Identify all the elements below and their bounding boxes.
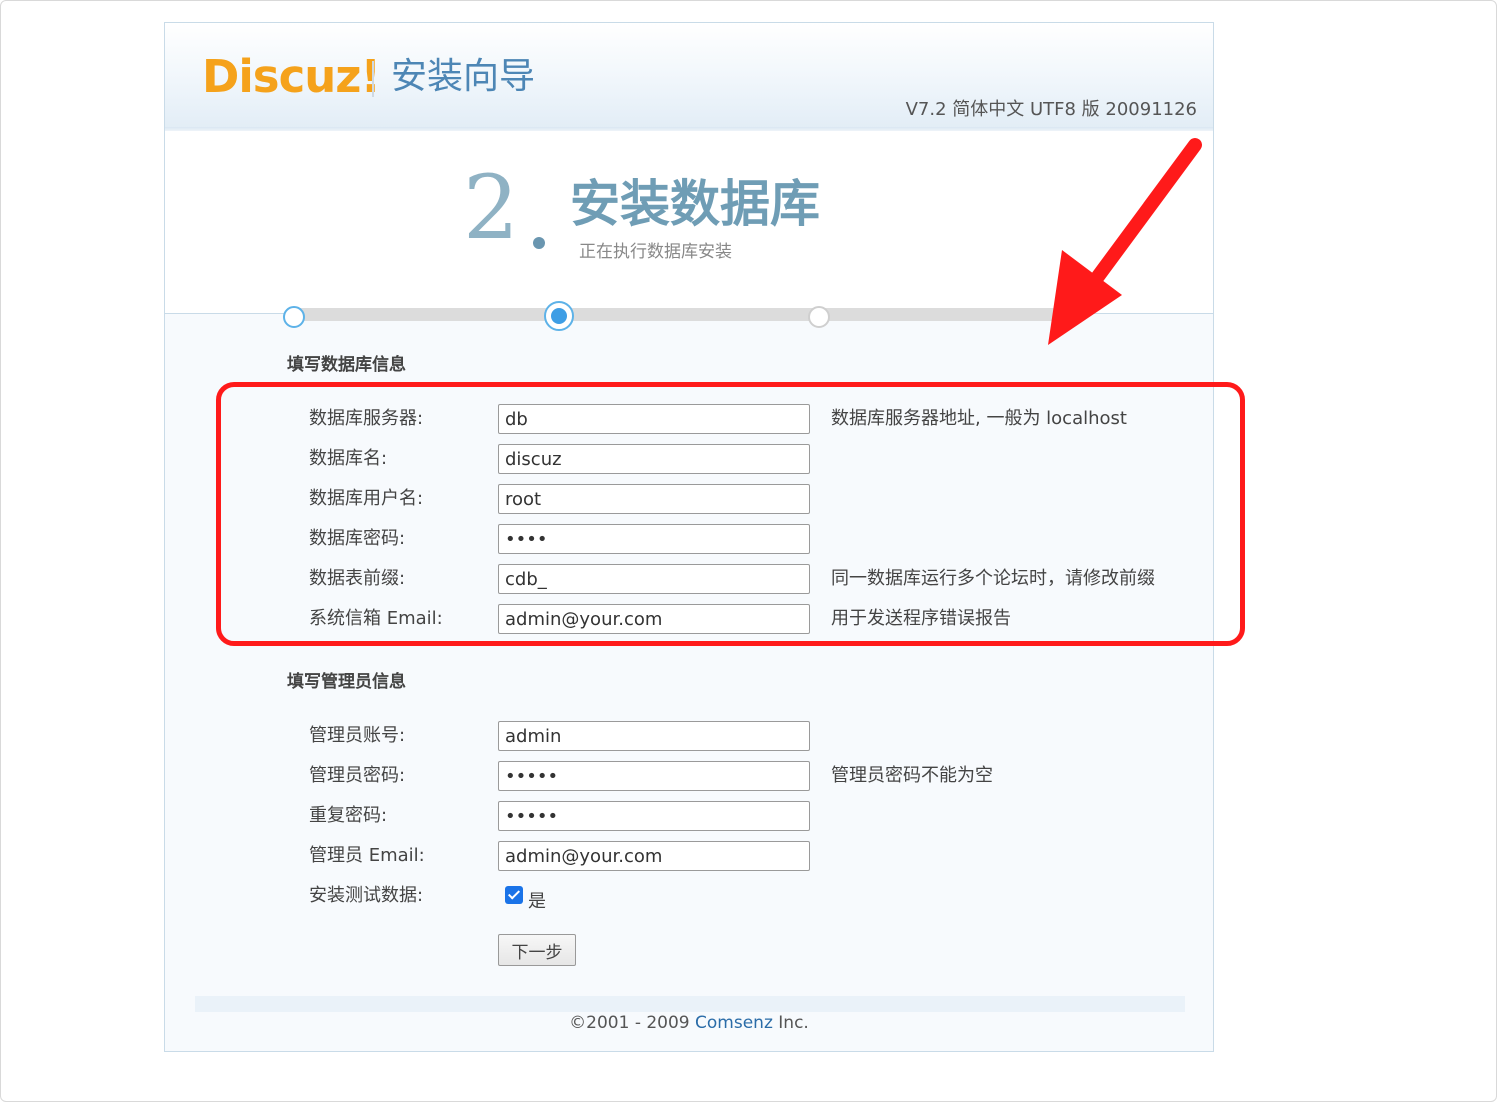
progress-node-2-current: [544, 301, 574, 331]
db-host-input[interactable]: [498, 404, 810, 434]
admin-email-input[interactable]: [498, 841, 810, 871]
db-prefix-input[interactable]: [498, 564, 810, 594]
system-email-hint: 用于发送程序错误报告: [831, 608, 1011, 629]
db-user-input[interactable]: [498, 484, 810, 514]
db-host-label: 数据库服务器:: [309, 408, 424, 429]
next-step-button[interactable]: 下一步: [498, 934, 576, 966]
test-data-option-label: 是: [528, 891, 546, 912]
wizard-header: Discuz! 安装向导 V7.2 简体中文 UTF8 版 20091126: [165, 23, 1213, 129]
admin-account-label: 管理员账号:: [309, 725, 406, 746]
admin-password-input[interactable]: [498, 761, 810, 791]
progress-node-3: [808, 306, 830, 328]
db-host-hint: 数据库服务器地址, 一般为 localhost: [831, 408, 1127, 429]
db-name-label: 数据库名:: [309, 448, 388, 469]
db-password-input[interactable]: [498, 524, 810, 554]
comsenz-link[interactable]: Comsenz: [695, 1013, 773, 1033]
repeat-password-input[interactable]: [498, 801, 810, 831]
admin-account-input[interactable]: [498, 721, 810, 751]
install-wizard: Discuz! 安装向导 V7.2 简体中文 UTF8 版 20091126 2…: [164, 22, 1214, 1052]
repeat-password-label: 重复密码:: [309, 805, 388, 826]
db-section-title: 填写数据库信息: [287, 355, 406, 375]
progress-track: [293, 308, 1063, 321]
admin-section-title: 填写管理员信息: [287, 672, 406, 692]
admin-email-label: 管理员 Email:: [309, 845, 425, 866]
step-subtitle: 正在执行数据库安装: [579, 242, 732, 262]
admin-password-hint: 管理员密码不能为空: [831, 765, 993, 786]
system-email-input[interactable]: [498, 604, 810, 634]
progress-node-1: [283, 306, 305, 328]
step-title: 安装数据库: [570, 175, 820, 233]
discuz-logo: Discuz!: [202, 50, 381, 103]
test-data-checkbox[interactable]: [505, 886, 523, 904]
admin-password-label: 管理员密码:: [309, 765, 406, 786]
test-data-label: 安装测试数据:: [309, 885, 424, 906]
db-user-label: 数据库用户名:: [309, 488, 424, 509]
step-number: 2: [463, 156, 519, 259]
footer-copyright: ©2001 - 2009 Comsenz Inc.: [165, 1013, 1213, 1033]
footer-prefix: ©2001 - 2009: [569, 1013, 696, 1033]
footer-band: [195, 996, 1185, 1012]
db-prefix-hint: 同一数据库运行多个论坛时，请修改前缀: [831, 568, 1155, 589]
system-email-label: 系统信箱 Email:: [309, 608, 443, 629]
logo-separator: [372, 61, 374, 97]
wizard-title: 安装向导: [391, 56, 536, 97]
db-prefix-label: 数据表前缀:: [309, 568, 406, 589]
version-label: V7.2 简体中文 UTF8 版 20091126: [905, 99, 1197, 120]
footer-suffix: Inc.: [772, 1013, 809, 1033]
db-password-label: 数据库密码:: [309, 528, 406, 549]
step-number-dot: [533, 237, 545, 249]
db-name-input[interactable]: [498, 444, 810, 474]
